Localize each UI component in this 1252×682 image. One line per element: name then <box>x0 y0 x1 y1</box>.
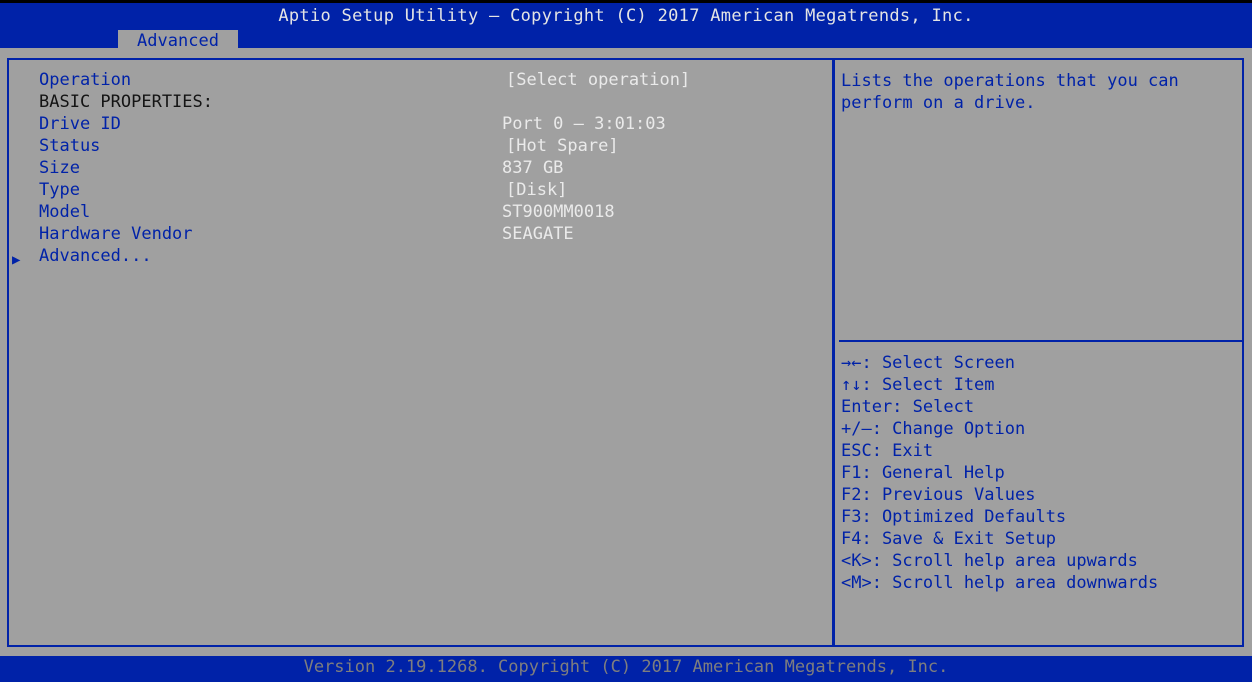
status-value: [Hot Spare] <box>506 136 619 156</box>
key-hint-scroll-up: <K>: Scroll help area upwards <box>841 551 1138 571</box>
version-footer: Version 2.19.1268. Copyright (C) 2017 Am… <box>0 656 1252 682</box>
type-label: Type <box>39 180 80 200</box>
key-hint-select-screen: →←: Select Screen <box>841 353 1015 373</box>
key-hint-enter: Enter: Select <box>841 397 975 417</box>
key-hint-f3: F3: Optimized Defaults <box>841 507 1067 527</box>
help-description: Lists the operations that you can perfor… <box>841 71 1190 113</box>
help-divider <box>839 340 1242 342</box>
main-frame: Operation [Select operation] BASIC PROPE… <box>0 48 1252 656</box>
key-hint-f2: F2: Previous Values <box>841 485 1036 505</box>
submenu-arrow-icon: ▶ <box>12 252 21 268</box>
advanced-submenu-link[interactable]: Advanced... <box>39 245 152 267</box>
drive-id-value: Port 0 – 3:01:03 <box>502 114 666 134</box>
size-value: 837 GB <box>502 158 564 178</box>
model-value: ST900MM0018 <box>502 202 615 222</box>
status-label: Status <box>39 136 101 156</box>
key-hint-f4: F4: Save & Exit Setup <box>841 529 1056 549</box>
hardware-vendor-label: Hardware Vendor <box>39 224 193 244</box>
size-label: Size <box>39 158 80 178</box>
type-value: [Disk] <box>506 180 568 200</box>
settings-panel <box>7 58 835 647</box>
basic-properties-heading: BASIC PROPERTIES: <box>39 92 213 112</box>
hardware-vendor-value: SEAGATE <box>502 224 574 244</box>
header-bar: Aptio Setup Utility – Copyright (C) 2017… <box>0 3 1252 51</box>
operation-label[interactable]: Operation <box>39 69 131 91</box>
key-hint-f1: F1: General Help <box>841 463 1005 483</box>
utility-title: Aptio Setup Utility – Copyright (C) 2017… <box>278 6 974 26</box>
operation-value[interactable]: [Select operation] <box>506 69 690 91</box>
model-label: Model <box>39 202 91 222</box>
drive-id-label: Drive ID <box>39 114 121 134</box>
key-hint-change-option: +/–: Change Option <box>841 419 1026 439</box>
key-hint-scroll-down: <M>: Scroll help area downwards <box>841 573 1159 593</box>
key-hint-esc: ESC: Exit <box>841 441 934 461</box>
key-hint-select-item: ↑↓: Select Item <box>841 375 995 395</box>
